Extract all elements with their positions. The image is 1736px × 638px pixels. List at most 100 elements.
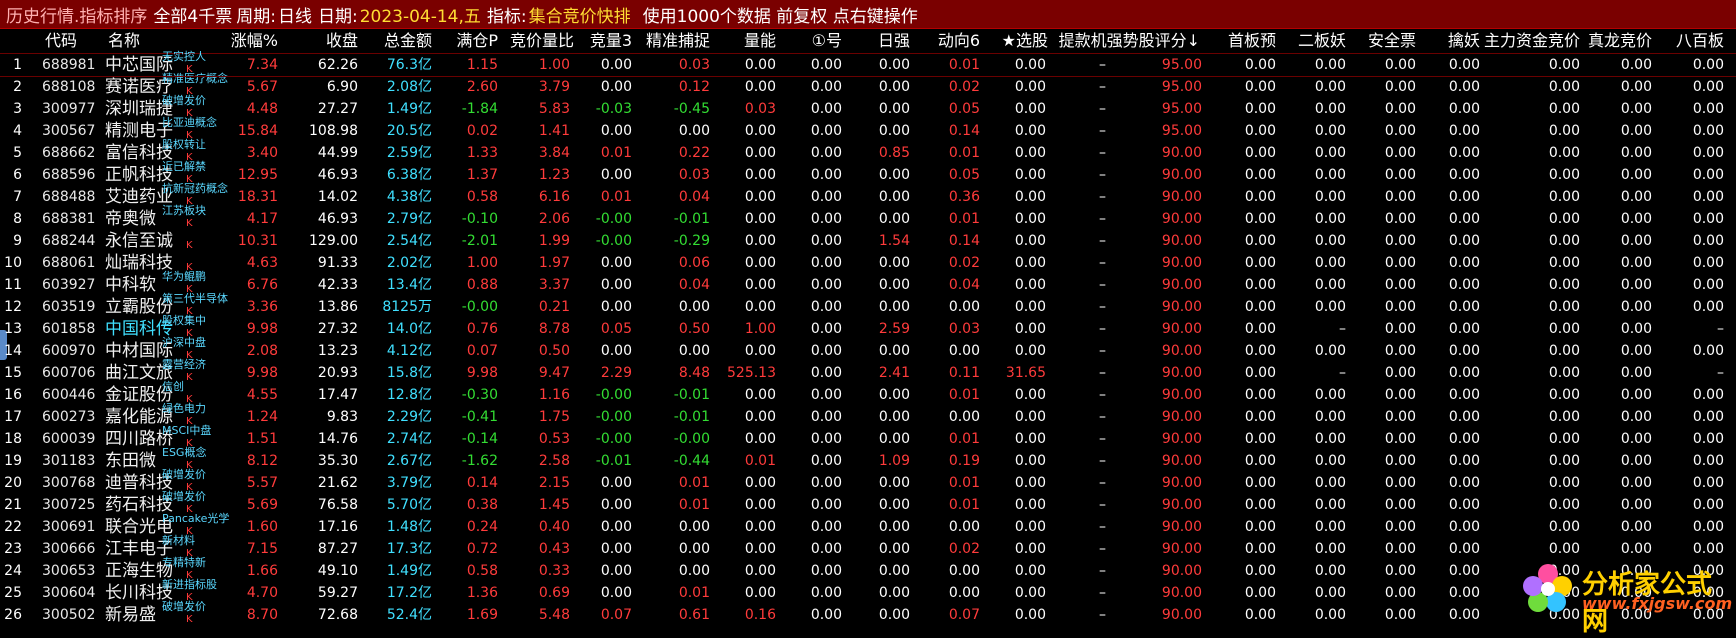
column-header[interactable]: 精准捕捉 xyxy=(626,30,710,52)
table-row[interactable]: 25 300604 长川科技 4.70 59.27 17.2亿 1.36 0.69 0.00 0.… xyxy=(0,579,1736,604)
cell-score: 90.00 xyxy=(1161,365,1202,381)
cell-aqp: 0.00 xyxy=(1384,409,1416,425)
column-header[interactable]: 主力资金竞价 xyxy=(1480,30,1580,52)
cell-amount: 2.29亿 xyxy=(386,409,432,425)
concept-tag: 信创 xyxy=(162,380,184,393)
column-header[interactable]: 竞量3 xyxy=(572,30,632,52)
column-header[interactable]: 日强 xyxy=(846,30,910,52)
table-row[interactable]: 10 688061 灿瑞科技 4.63 91.33 2.02亿 1.00 1.97 0.00 0.… xyxy=(0,252,1736,274)
cell-jjlb: 3.84 xyxy=(538,145,570,161)
cell-aqp: 0.00 xyxy=(1384,233,1416,249)
date-value[interactable]: 2023-04-14,五 xyxy=(360,2,481,27)
table-row[interactable]: 16 600446 金证股份 4.55 17.47 12.8亿 -0.30 1.16 -0.00… xyxy=(0,380,1736,406)
period-value[interactable]: 日线 xyxy=(278,2,312,27)
table-row[interactable]: 2 688108 赛诺医疗 5.67 6.90 2.08亿 2.60 3.79 0.00 0.12… xyxy=(0,73,1736,98)
cell-jjlb: 2.06 xyxy=(538,211,570,227)
cell-score: 90.00 xyxy=(1161,431,1202,447)
column-header[interactable]: 满仓P xyxy=(432,30,498,52)
table-row[interactable]: 17 600273 嘉化能源 1.24 9.83 2.29亿 -0.41 1.75 -0.00-… xyxy=(0,402,1736,428)
column-header[interactable]: 提款机强势股评分↓ xyxy=(1050,30,1200,52)
table-row[interactable]: 12 603519 立霸股份 3.36 13.86 8125万 -0.00 0.21 0.00 0… xyxy=(0,293,1736,318)
cell-code: 603927 xyxy=(42,277,96,293)
column-header[interactable]: 竞价量比 xyxy=(498,30,574,52)
column-header[interactable]: 总金额 xyxy=(360,30,432,52)
column-header[interactable]: 擒妖 xyxy=(1420,30,1480,52)
concept-tag: 专精特新 xyxy=(162,556,206,569)
cell-ln: 0.00 xyxy=(744,123,776,139)
indicator-value[interactable]: 集合竞价快排 xyxy=(529,2,631,27)
table-row[interactable]: 14 600970 中材国际 2.08 13.23 4.12亿 0.07 0.50 0.00 0.… xyxy=(0,337,1736,362)
cell-bbb: 0.00 xyxy=(1692,299,1724,315)
table-row[interactable]: 22 300691 联合光电 1.60 17.16 1.48亿 0.24 0.40 0.00 0.… xyxy=(0,513,1736,538)
table-row[interactable]: 11 603927 中科软 6.76 42.33 13.4亿 0.88 3.37 0.00 0.0… xyxy=(0,271,1736,296)
table-row[interactable]: 15 600706 曲江文旅 9.98 20.93 15.8亿 9.98 9.47 2.29 8.… xyxy=(0,358,1736,384)
table-row[interactable]: 26 300502 新易盛 8.70 72.68 52.4亿 1.69 5.48 0.07 0.6… xyxy=(0,601,1736,626)
column-header[interactable]: ①号 xyxy=(778,30,842,52)
cell-zljing: 0.00 xyxy=(1620,475,1652,491)
concept-tag: 露营经济 xyxy=(162,358,206,371)
column-header[interactable]: 涨幅% xyxy=(200,30,278,52)
cell-jzbz: 0.03 xyxy=(678,167,710,183)
concept-tag: 绿色电力 xyxy=(162,402,206,415)
cell-tkj: – xyxy=(1099,277,1106,293)
table-row[interactable]: 21 300725 药石科技 5.69 76.58 5.70亿 0.38 1.45 0.00 0.… xyxy=(0,491,1736,516)
column-header[interactable]: 二板妖 xyxy=(1280,30,1346,52)
cell-sbyu: 0.00 xyxy=(1244,475,1276,491)
column-header[interactable]: 首板预 xyxy=(1210,30,1276,52)
column-header[interactable]: 真龙竞价 xyxy=(1584,30,1652,52)
table-row[interactable]: 6 688596 正帆科技 12.95 46.93 6.38亿 1.37 1.23 0.00 0.… xyxy=(0,161,1736,186)
cell-sbyu: 0.00 xyxy=(1244,79,1276,95)
cell-dx6: 0.01 xyxy=(948,387,980,403)
table-row[interactable]: 20 300768 迪普科技 5.57 21.62 3.79亿 0.14 2.15 0.00 0.… xyxy=(0,469,1736,494)
column-header[interactable]: 代码 xyxy=(45,30,105,52)
cell-bbb: – xyxy=(1717,321,1724,337)
cell-mc: 0.02 xyxy=(466,123,498,139)
column-header[interactable]: 八百板 xyxy=(1656,30,1724,52)
cell-sbyu: 0.00 xyxy=(1244,497,1276,513)
row-number: 8 xyxy=(13,211,22,227)
cell-score: 90.00 xyxy=(1161,189,1202,205)
table-row[interactable]: 5 688662 富信科技 3.40 44.99 2.59亿 1.33 3.84 0.01 0.2… xyxy=(0,139,1736,164)
cell-jjlb: 2.15 xyxy=(538,475,570,491)
column-header[interactable]: 名称 xyxy=(108,30,168,52)
table-row[interactable]: 3 300977 深圳瑞捷 4.48 27.27 1.49亿 -1.84 5.83 -0.03-… xyxy=(0,95,1736,120)
row-number: 5 xyxy=(13,145,22,161)
cell-aqp: 0.00 xyxy=(1384,189,1416,205)
column-header[interactable]: ★选股 xyxy=(972,30,1048,52)
cell-code: 300502 xyxy=(42,607,96,623)
cell-amount: 1.48亿 xyxy=(386,519,432,535)
cell-aqp: 0.00 xyxy=(1384,79,1416,95)
cell-dx6: 0.36 xyxy=(948,189,980,205)
row-number: 6 xyxy=(13,167,22,183)
cell-ln: 0.00 xyxy=(744,563,776,579)
cell-jzbz: -0.45 xyxy=(673,101,710,117)
cell-jzbz: 0.12 xyxy=(678,79,710,95)
table-row[interactable]: 4 300567 精测电子 15.84 108.98 20.5亿 0.02 1.41 0.00 0… xyxy=(0,117,1736,142)
column-header[interactable]: 安全票 xyxy=(1350,30,1416,52)
table-row[interactable]: 24 300653 正海生物 1.66 49.10 1.49亿 0.58 0.33 0.00 0.… xyxy=(0,556,1736,582)
table-row[interactable]: 8 688381 帝奥微 4.17 46.93 2.79亿 -0.10 2.06 -0.00 -0… xyxy=(0,205,1736,230)
table-row[interactable]: 7 688488 艾迪药业 18.31 14.02 4.38亿 0.58 6.16 0.01 0.… xyxy=(0,183,1736,208)
cell-score: 95.00 xyxy=(1161,101,1202,117)
cell-tkj: – xyxy=(1099,453,1106,469)
table-row[interactable]: 23 300666 江丰电子 7.15 87.27 17.3亿 0.72 0.43 0.00 0.… xyxy=(0,535,1736,560)
column-header[interactable]: 量能 xyxy=(712,30,776,52)
cell-sbyu: 0.00 xyxy=(1244,57,1276,73)
cell-dx6: 0.01 xyxy=(948,475,980,491)
cell-change: 1.24 xyxy=(246,409,278,425)
table-row[interactable]: 19 301183 东田微 8.12 35.30 2.67亿 -1.62 2.58 -0.01-… xyxy=(0,447,1736,472)
scope-selector[interactable]: 全部4千票 xyxy=(153,2,232,27)
table-row[interactable]: 1 688981 中芯国际 7.34 62.26 76.3亿 1.15 1.00 0.00 0.0… xyxy=(0,51,1736,76)
column-header[interactable]: 动向6 xyxy=(910,30,980,52)
cell-zljing: 0.00 xyxy=(1620,79,1652,95)
table-row[interactable]: 18 600039 四川路桥 1.51 14.76 2.74亿 -0.14 0.53 -0.00… xyxy=(0,425,1736,450)
column-header[interactable]: 收盘 xyxy=(282,30,358,52)
cell-mc: 2.60 xyxy=(466,79,498,95)
cell-code: 600039 xyxy=(42,431,96,447)
cell-code: 688381 xyxy=(42,211,96,227)
table-row[interactable]: 13 601858 中国科传 9.98 27.32 14.0亿 0.76 8.78 0.05 0.… xyxy=(0,315,1736,340)
table-row[interactable]: 9 688244 永信至诚 10.31 129.00 2.54亿 -2.01 1.99 -0.0… xyxy=(0,230,1736,252)
cell-bbb: 0.00 xyxy=(1692,255,1724,271)
cell-rq: 0.00 xyxy=(878,387,910,403)
cell-score: 90.00 xyxy=(1161,255,1202,271)
